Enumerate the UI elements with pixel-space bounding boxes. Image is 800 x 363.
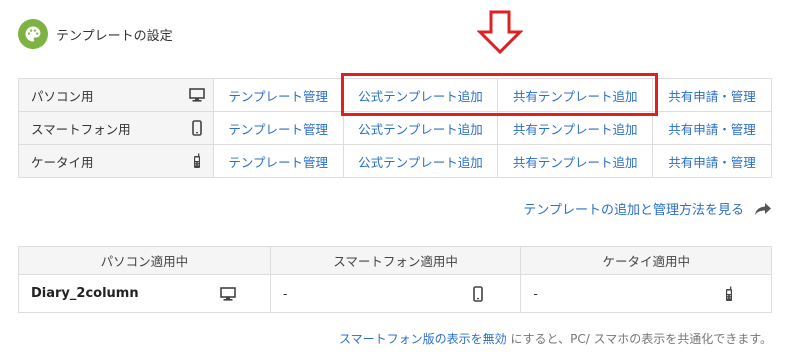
add-official-template-link[interactable]: 公式テンプレート追加 — [342, 111, 499, 145]
smartphone-icon — [191, 120, 202, 136]
footer-text: にすると、PC/ スマホの表示を共通化できます。 — [510, 332, 772, 346]
applied-pc-value: Diary_2column — [31, 286, 139, 301]
applied-cell-smartphone: - — [269, 274, 522, 313]
applied-smartphone-value: - — [282, 286, 288, 301]
share-apply-manage-link[interactable]: 共有申請・管理 — [652, 144, 772, 178]
table-row: ケータイ用 テンプレート管理 公式テンプレート追加 共有テンプレート追加 共有申… — [18, 144, 772, 178]
add-official-template-link[interactable]: 公式テンプレート追加 — [342, 144, 499, 178]
device-cell: スマートフォン用 — [18, 111, 214, 145]
applied-cell-pc: Diary_2column — [18, 274, 271, 313]
howto-link-label: テンプレートの追加と管理方法を見る — [523, 203, 744, 218]
device-cell: ケータイ用 — [18, 144, 214, 178]
table-row: スマートフォン用 テンプレート管理 公式テンプレート追加 共有テンプレート追加 … — [18, 111, 772, 145]
device-label: ケータイ用 — [31, 154, 94, 170]
smartphone-icon — [473, 285, 484, 302]
page-title: テンプレートの設定 — [56, 28, 173, 44]
disable-smartphone-view-link[interactable]: スマートフォン版の表示を無効 — [339, 332, 507, 346]
feature-phone-icon — [193, 153, 200, 168]
howto-link[interactable]: テンプレートの追加と管理方法を見る — [523, 199, 772, 218]
desktop-icon — [220, 286, 236, 301]
template-manage-link[interactable]: テンプレート管理 — [212, 111, 344, 145]
applied-feature-phone-value: - — [533, 286, 538, 301]
desktop-icon — [188, 88, 205, 102]
applied-header-pc: パソコン適用中 — [18, 246, 271, 275]
add-shared-template-link[interactable]: 共有テンプレート追加 — [497, 111, 654, 145]
device-label: パソコン用 — [31, 88, 94, 104]
template-manage-link[interactable]: テンプレート管理 — [212, 78, 344, 112]
highlight-box — [341, 73, 658, 116]
share-apply-manage-link[interactable]: 共有申請・管理 — [652, 111, 772, 145]
down-arrow-icon — [477, 10, 523, 54]
applied-templates-table: パソコン適用中 スマートフォン適用中 ケータイ適用中 Diary_2column… — [18, 246, 772, 313]
device-label: スマートフォン用 — [31, 121, 131, 137]
template-manage-link[interactable]: テンプレート管理 — [212, 144, 344, 178]
feature-phone-icon — [726, 286, 732, 301]
applied-cell-feature-phone: - — [520, 274, 772, 313]
share-arrow-icon — [755, 202, 771, 215]
add-shared-template-link[interactable]: 共有テンプレート追加 — [497, 144, 654, 178]
palette-icon — [18, 19, 48, 49]
applied-header-smartphone: スマートフォン適用中 — [269, 246, 522, 275]
footer-note: スマートフォン版の表示を無効 にすると、PC/ スマホの表示を共通化できます。 — [339, 330, 772, 347]
device-cell: パソコン用 — [18, 78, 214, 112]
applied-header-feature-phone: ケータイ適用中 — [520, 246, 772, 275]
share-apply-manage-link[interactable]: 共有申請・管理 — [652, 78, 772, 112]
page-header: テンプレートの設定 — [18, 19, 173, 49]
table-row: Diary_2column - - — [18, 274, 772, 313]
